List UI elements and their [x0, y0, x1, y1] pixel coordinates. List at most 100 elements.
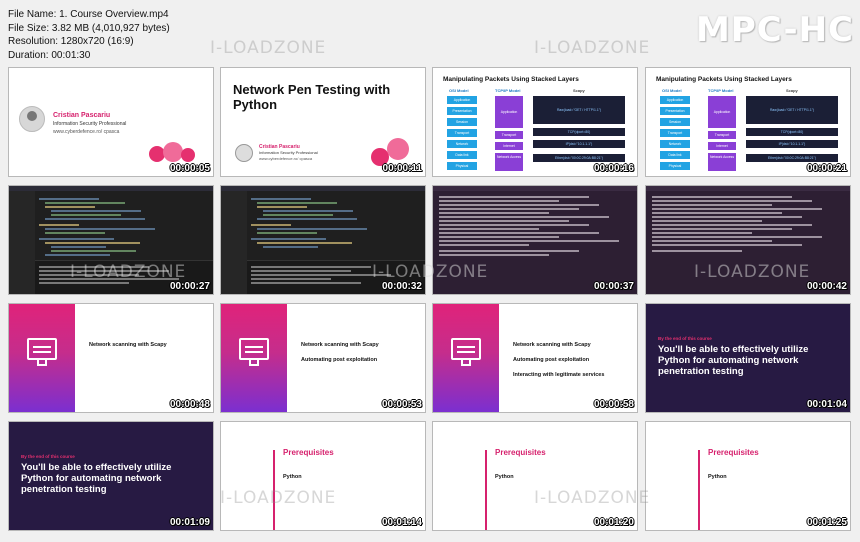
layer: Application: [660, 96, 690, 104]
tcp-header: TCP/IP Model: [708, 88, 734, 93]
terminal-line: [652, 228, 792, 230]
layer: Application: [495, 96, 523, 128]
thumbnail-1[interactable]: Cristian Pascariu Information Security P…: [8, 67, 214, 177]
terminal-line: [251, 266, 371, 268]
thumbnail-14[interactable]: Prerequisites Python 00:01:14: [220, 421, 426, 531]
monitor-stand: [249, 360, 259, 366]
title-bar: [9, 186, 213, 191]
terminal-line: [439, 208, 579, 210]
feature-item: Interacting with legitimate services: [513, 372, 605, 378]
terminal-line: [439, 244, 529, 246]
feature-item: Network scanning with Scapy: [301, 342, 379, 348]
goal-tag: By the end of this course: [21, 454, 75, 459]
layer: Presentation: [447, 107, 477, 115]
thumbnail-9[interactable]: Network scanning with Scapy 00:00:48: [8, 303, 214, 413]
thumbnail-10[interactable]: Network scanning with Scapy Automating p…: [220, 303, 426, 413]
feature-item: Automating post exploitation: [513, 357, 590, 363]
thumbnail-7[interactable]: 00:00:37: [432, 185, 638, 295]
code-line: [45, 206, 95, 208]
monitor-icon: [27, 338, 57, 360]
timestamp: 00:00:37: [593, 281, 634, 292]
tcp-stack: Application Transport Internet Network A…: [495, 96, 523, 171]
layer: Physical: [660, 162, 690, 170]
timestamp: 00:00:11: [382, 163, 422, 174]
terminal-line: [39, 270, 169, 272]
author-handle: www.cyberdefence.ro/ cpasca: [259, 156, 313, 161]
layer: Internet: [708, 142, 736, 150]
feature-list: Network scanning with Scapy Automating p…: [513, 342, 604, 387]
thumbnail-12[interactable]: By the end of this course You'll be able…: [645, 303, 851, 413]
terminal-line: [39, 278, 179, 280]
terminal-line: [439, 236, 559, 238]
layer: Application: [708, 96, 736, 128]
scapy-header: Scapy: [786, 88, 798, 93]
timestamp: 00:00:58: [593, 399, 634, 410]
layer: Session: [660, 118, 690, 126]
thumbnail-8[interactable]: 00:00:42: [645, 185, 851, 295]
terminal-line: [439, 228, 539, 230]
thumbnail-3[interactable]: Manipulating Packets Using Stacked Layer…: [432, 67, 638, 177]
terminal-line: [251, 270, 351, 272]
terminal-line: [652, 204, 772, 206]
terminal-line: [652, 232, 752, 234]
thumbnail-4[interactable]: Manipulating Packets Using Stacked Layer…: [645, 67, 851, 177]
code-line: [39, 198, 99, 200]
course-title: Network Pen Testing with Python: [233, 82, 391, 112]
timestamp: 00:01:20: [593, 517, 634, 528]
prereq-heading: Prerequisites: [283, 448, 334, 457]
terminal-line: [652, 216, 802, 218]
prereq-item: Python: [495, 474, 514, 480]
code-line: [45, 232, 105, 234]
scapy-layer: IP(dst="10.1.1.1"): [746, 140, 838, 148]
monitor-icon: [451, 338, 481, 360]
code-line: [257, 232, 317, 234]
layer: Transport: [708, 131, 736, 139]
thumbnail-16[interactable]: Prerequisites Python 00:01:25: [645, 421, 851, 531]
title-bar: [221, 186, 425, 191]
code-line: [251, 224, 291, 226]
code-line: [39, 224, 79, 226]
code-line: [45, 254, 110, 256]
feature-item: Automating post exploitation: [301, 357, 378, 363]
monitor-stand: [37, 360, 47, 366]
terminal-line: [652, 212, 782, 214]
thumbnail-6[interactable]: 00:00:32: [220, 185, 426, 295]
thumbnail-11[interactable]: Network scanning with Scapy Automating p…: [432, 303, 638, 413]
feature-list: Network scanning with Scapy Automating p…: [301, 342, 379, 372]
terminal-line: [652, 240, 772, 242]
code-line: [263, 214, 333, 216]
terminal-line: [39, 282, 129, 284]
scapy-layer: Raw(load="GET / HTTP/1.1"): [533, 96, 625, 124]
file-explorer: [221, 191, 247, 294]
terminal-line: [652, 236, 822, 238]
feature-item: Network scanning with Scapy: [513, 342, 591, 348]
osi-stack: Application Presentation Session Transpo…: [660, 96, 690, 170]
code-line: [251, 198, 311, 200]
thumbnail-13[interactable]: By the end of this course You'll be able…: [8, 421, 214, 531]
thumbnail-5[interactable]: 00:00:27: [8, 185, 214, 295]
osi-stack: Application Presentation Session Transpo…: [447, 96, 477, 170]
terminal-line: [652, 224, 812, 226]
layer: Transport: [447, 129, 477, 137]
timestamp: 00:00:16: [593, 163, 634, 174]
author-handle: www.cyberdefence.ro/ cpasca: [53, 129, 120, 135]
terminal-line: [439, 232, 599, 234]
thumbnail-2[interactable]: Network Pen Testing with Python Cristian…: [220, 67, 426, 177]
monitor-stand: [461, 360, 471, 366]
timestamp: 00:00:53: [381, 399, 422, 410]
author-role: Information Security Professional: [53, 121, 127, 127]
terminal-line: [439, 220, 569, 222]
terminal-line: [652, 220, 762, 222]
terminal-line: [652, 244, 802, 246]
terminal-line: [39, 266, 149, 268]
timestamp: 00:00:42: [806, 281, 847, 292]
code-line: [263, 246, 318, 248]
avatar: [19, 106, 45, 132]
thumbnail-15[interactable]: Prerequisites Python 00:01:20: [432, 421, 638, 531]
timestamp: 00:00:21: [806, 163, 847, 174]
terminal-line: [439, 212, 549, 214]
timestamp: 00:01:25: [806, 517, 847, 528]
terminal-line: [439, 200, 559, 202]
accent-line: [698, 450, 700, 530]
code-line: [51, 210, 141, 212]
